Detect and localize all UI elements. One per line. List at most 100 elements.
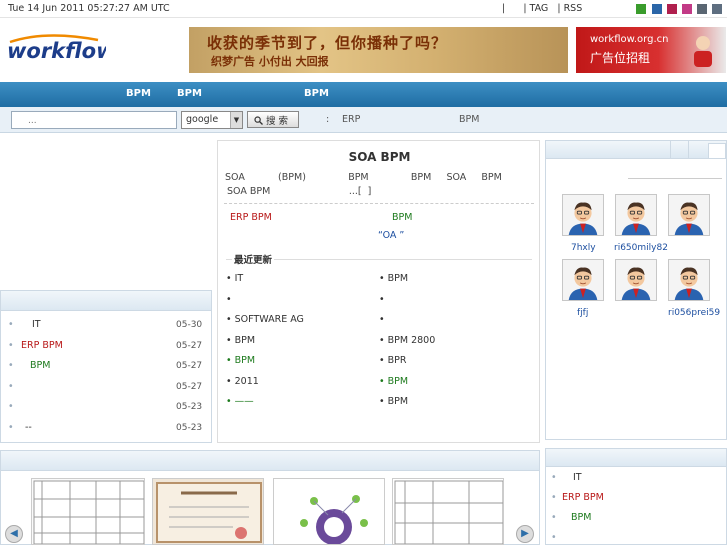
latest-item[interactable]: • BPM	[379, 376, 408, 387]
theme-swatch-slate[interactable]	[697, 4, 707, 14]
theme-swatch-crimson[interactable]	[667, 4, 677, 14]
list-item[interactable]: •	[551, 532, 557, 543]
latest-item[interactable]: • 2011	[226, 376, 259, 387]
gallery-thumbnail-certificate[interactable]	[152, 478, 264, 545]
list-item[interactable]: • 05-23	[8, 401, 204, 412]
member-avatar[interactable]	[668, 259, 710, 301]
list-item-title: BPM	[571, 512, 592, 523]
list-item[interactable]: • IT	[551, 472, 582, 483]
search-input[interactable]	[11, 111, 177, 129]
latest-item[interactable]: • BPM	[379, 273, 408, 284]
ad-banner-rent[interactable]: workflow.org.cn 广告位招租	[576, 27, 726, 73]
list-item[interactable]: • -- 05-23	[8, 422, 204, 433]
list-item-date: 05-27	[176, 341, 203, 351]
latest-item[interactable]: • BPM	[379, 396, 408, 407]
latest-item[interactable]: • IT	[226, 273, 243, 284]
latest-item[interactable]: • BPM 2800	[379, 335, 435, 346]
list-item-title: --	[25, 422, 32, 433]
featured-link[interactable]: BPM	[392, 212, 412, 223]
theme-swatch-gray[interactable]	[712, 4, 722, 14]
hot-keywords-prefix: :	[326, 114, 330, 125]
search-button[interactable]: 搜 索	[247, 111, 299, 128]
member-avatar[interactable]	[615, 194, 657, 236]
list-item[interactable]: • BPM	[551, 512, 591, 523]
main-navigation: BPM BPM BPM	[0, 82, 727, 107]
latest-item[interactable]: • BPM	[226, 335, 255, 346]
right-panel-header	[546, 449, 726, 467]
list-item[interactable]: • BPM 05-27	[8, 360, 204, 371]
list-item-title: ERP BPM	[562, 492, 604, 503]
chevron-left-icon[interactable]: ◀	[5, 525, 23, 543]
panel-tab[interactable]	[688, 141, 706, 159]
gallery-thumbnail-table-2[interactable]	[392, 478, 504, 545]
list-item-date: 05-27	[176, 361, 203, 371]
gallery-thumbnail-diagram[interactable]	[273, 478, 385, 545]
theme-swatch-green[interactable]	[636, 4, 646, 14]
list-item[interactable]: • 05-27	[8, 381, 204, 392]
list-item-date: 05-23	[176, 423, 203, 433]
chevron-down-icon: ▼	[230, 112, 242, 128]
members-panel-header	[546, 141, 726, 159]
panel-tab[interactable]	[670, 141, 688, 159]
featured-link[interactable]: ERP BPM	[230, 212, 272, 223]
banner-subline: 织梦广告 小付出 大回报	[211, 55, 329, 68]
feature-title[interactable]: SOA BPM	[218, 150, 541, 164]
list-item[interactable]: • ERP BPM 05-27	[8, 340, 204, 351]
banner-headline: 收获的季节到了，但你播种了吗？	[207, 34, 448, 52]
list-item[interactable]: • IT 05-30	[8, 319, 204, 330]
theme-swatch-blue[interactable]	[652, 4, 662, 14]
list-item[interactable]: • ERP BPM	[551, 492, 604, 503]
logo-text: workflow	[7, 39, 106, 63]
left-panel-header	[1, 291, 211, 311]
list-item-title: BPM	[30, 360, 51, 371]
panel-tab-active[interactable]	[708, 143, 726, 159]
top-links[interactable]: | | TAG | RSS	[502, 3, 582, 14]
feature-intro-line-2[interactable]: SOA BPM ...[ ]	[227, 186, 371, 197]
latest-item[interactable]: • BPM	[226, 355, 255, 366]
chevron-right-icon[interactable]: ▶	[516, 525, 534, 543]
member-name[interactable]: fjfj	[577, 308, 588, 318]
member-name[interactable]: 7hxly	[571, 243, 596, 253]
member-avatar[interactable]	[615, 259, 657, 301]
banner-url: workflow.org.cn	[590, 34, 669, 45]
megaphone-icon	[694, 36, 712, 67]
latest-item[interactable]: • BPR	[379, 355, 406, 366]
member-avatar[interactable]	[562, 259, 604, 301]
list-item-title: IT	[32, 319, 41, 330]
site-logo[interactable]: workflow	[6, 32, 116, 66]
list-item-date: 05-23	[176, 402, 203, 412]
search-engine-value: google	[186, 114, 219, 125]
latest-item[interactable]: •	[226, 294, 232, 305]
member-name[interactable]: ri650mily82	[614, 243, 668, 253]
nav-item-bpm-3[interactable]: BPM	[304, 88, 329, 99]
search-engine-select[interactable]: google ▼	[181, 111, 243, 129]
nav-item-bpm-2[interactable]: BPM	[177, 88, 202, 99]
featured-link[interactable]: “OA ”	[378, 230, 404, 241]
center-feature-panel: SOA BPM SOA (BPM) BPM BPM SOA BPM SOA BP…	[217, 140, 540, 443]
gallery-panel-header	[1, 451, 539, 471]
latest-item[interactable]: • ——	[226, 396, 254, 407]
list-item-title: IT	[573, 472, 582, 483]
search-bar: google ▼ 搜 索 : ERP BPM	[0, 107, 727, 133]
member-avatar[interactable]	[668, 194, 710, 236]
member-avatar[interactable]	[562, 194, 604, 236]
ad-banner-harvest[interactable]: 收获的季节到了，但你播种了吗？ 织梦广告 小付出 大回报	[189, 27, 568, 73]
list-item-title: ERP BPM	[21, 340, 63, 351]
list-item-date: 05-27	[176, 382, 203, 392]
top-bar: Tue 14 Jun 2011 05:27:27 AM UTC | | TAG …	[0, 0, 727, 18]
latest-item[interactable]: •	[379, 314, 385, 325]
member-name[interactable]: ri056prei59	[668, 308, 720, 318]
theme-swatch-pink[interactable]	[682, 4, 692, 14]
divider	[628, 178, 722, 179]
list-item-date: 05-30	[176, 320, 203, 330]
search-icon	[254, 116, 263, 125]
divider	[224, 203, 534, 204]
nav-item-bpm-1[interactable]: BPM	[126, 88, 151, 99]
feature-intro-line-1: SOA (BPM) BPM BPM SOA BPM	[225, 172, 502, 183]
gallery-thumbnail-table[interactable]	[31, 478, 145, 545]
search-button-label: 搜 索	[266, 116, 289, 127]
latest-item[interactable]: • SOFTWARE AG	[226, 314, 304, 325]
hot-keyword-erp[interactable]: ERP	[342, 114, 360, 125]
hot-keyword-bpm[interactable]: BPM	[459, 114, 479, 125]
latest-item[interactable]: •	[379, 294, 385, 305]
